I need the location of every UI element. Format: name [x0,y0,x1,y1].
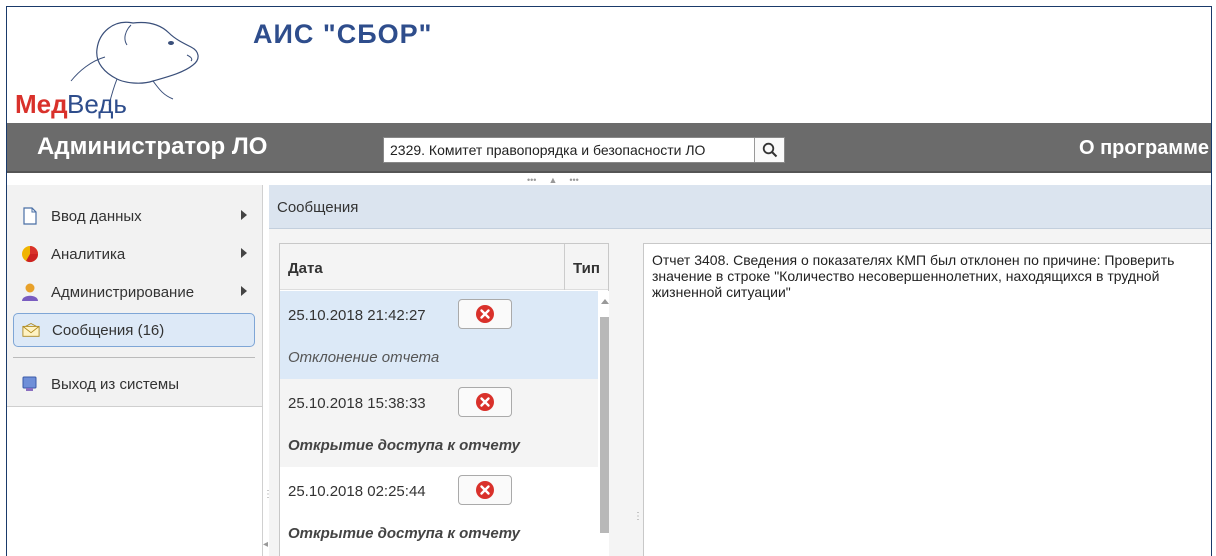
message-type: Открытие доступа к отчету [288,437,521,454]
column-header-date[interactable]: Дата [288,260,323,277]
sidebar-divider [13,357,255,358]
chevron-right-icon [241,248,247,258]
message-date: 25.10.2018 02:25:44 [288,483,426,500]
medved-logo: Мед Ведь [13,15,213,119]
list-item[interactable]: 25.10.2018 21:42:27 Отклонение отчета [280,291,598,379]
organization-search-button[interactable] [754,138,784,162]
svg-text:Ведь: Ведь [67,89,127,119]
message-type: Отклонение отчета [288,349,440,366]
scroll-up-icon[interactable] [601,299,609,304]
sidebar-item-label: Аналитика [51,245,126,263]
splitter-grip-icon[interactable]: ⋮ [263,490,273,500]
about-link[interactable]: О программе [1079,137,1209,160]
splitter-grip-icon[interactable]: ⋮ [633,512,643,522]
app-header: Мед Ведь АИС "СБОР" [7,7,1211,123]
message-date: 25.10.2018 15:38:33 [288,395,426,412]
document-icon [21,207,39,225]
pie-chart-icon [21,245,39,263]
list-rows: 25.10.2018 21:42:27 Отклонение отчета 25… [280,291,598,555]
splitter-handles[interactable]: ••• ▲ ••• [527,175,687,185]
collapse-handle-icon[interactable]: ••• [569,175,578,185]
content-header: Сообщения [269,185,1211,229]
sidebar-empty-area [7,407,263,556]
delete-icon [476,305,494,323]
message-detail-text: Отчет 3408. Сведения о показателях КМП б… [652,252,1175,300]
search-icon [762,142,777,158]
organization-selector[interactable] [383,137,785,163]
message-detail-pane: Отчет 3408. Сведения о показателях КМП б… [643,243,1211,556]
exit-icon [21,375,39,393]
collapse-arrow-icon[interactable]: ▲ [548,175,557,185]
list-header: Дата Тип [280,244,608,290]
messages-list: Дата Тип 25.10.2018 21:42:27 Отклонение … [279,243,609,556]
collapse-left-icon[interactable]: ◂ [263,540,268,550]
svg-text:Мед: Мед [15,89,68,119]
app-title: АИС "СБОР" [253,19,433,49]
chevron-right-icon [241,286,247,296]
delete-icon [476,393,494,411]
page-title: Сообщения [277,199,359,216]
sidebar-item-analytics[interactable]: Аналитика [13,237,255,271]
envelope-icon [22,321,40,339]
delete-message-button[interactable] [458,475,512,505]
sidebar-item-logout[interactable]: Выход из системы [13,367,255,401]
user-role-title: Администратор ЛО [37,133,268,160]
sidebar-item-messages[interactable]: Сообщения (16) [13,313,255,347]
sidebar-item-label: Ввод данных [51,207,142,225]
app-window: Мед Ведь АИС "СБОР" Администратор ЛО О п… [6,6,1212,556]
column-header-type[interactable]: Тип [564,244,608,290]
sidebar-item-administration[interactable]: Администрирование [13,275,255,309]
user-icon [21,283,39,301]
chevron-right-icon [241,210,247,220]
sidebar: Ввод данных Аналитика Администрирование … [7,185,263,407]
delete-message-button[interactable] [458,387,512,417]
list-item[interactable]: 25.10.2018 02:25:44 Открытие доступа к о… [280,467,598,555]
message-type: Открытие доступа к отчету [288,525,521,542]
delete-message-button[interactable] [458,299,512,329]
delete-icon [476,481,494,499]
sidebar-item-label: Администрирование [51,283,195,301]
list-item[interactable]: 25.10.2018 15:38:33 Открытие доступа к о… [280,379,598,467]
scrollbar-thumb[interactable] [600,317,609,533]
sidebar-item-data-entry[interactable]: Ввод данных [13,199,255,233]
collapse-handle-icon[interactable]: ••• [527,175,536,185]
sidebar-item-label: Сообщения (16) [52,321,165,339]
main-content: Сообщения ⋮ ◂ Дата Тип 25.10.2018 21:42:… [263,185,1211,556]
message-date: 25.10.2018 21:42:27 [288,307,426,324]
sidebar-item-label: Выход из системы [51,375,179,393]
toolbar: Администратор ЛО О программе [7,123,1211,173]
list-scrollbar[interactable] [600,291,609,556]
organization-input[interactable] [384,138,754,162]
